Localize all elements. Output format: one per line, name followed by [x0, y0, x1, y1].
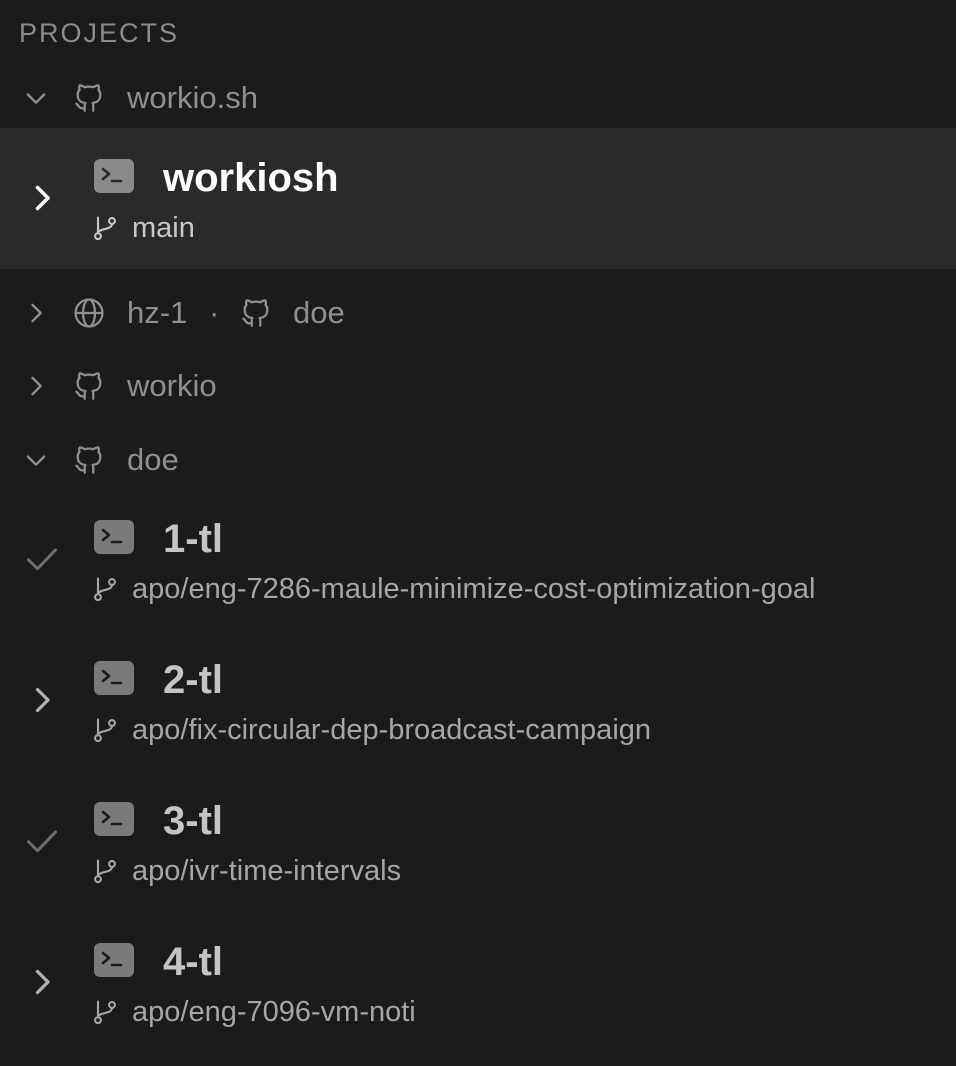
session-name: 2-tl [163, 658, 223, 702]
github-icon [242, 299, 269, 327]
session-branch: apo/eng-7286-maule-minimize-cost-optimiz… [132, 573, 816, 605]
git-branch-icon [94, 859, 116, 884]
chevron-right-icon[interactable] [24, 682, 60, 718]
chevron-down-icon[interactable] [22, 84, 50, 112]
terminal-icon [94, 520, 134, 554]
separator-dot: · [209, 295, 220, 330]
project-label: doe [127, 442, 179, 477]
chevron-right-icon[interactable] [24, 180, 60, 216]
session-branch: apo/ivr-time-intervals [132, 855, 402, 887]
chevron-right-icon[interactable] [22, 372, 50, 400]
session-row-1-tl[interactable]: 1-tl apo/eng-7286-maule-minimize-cost-op… [0, 489, 956, 630]
project-row-doe[interactable]: doe [0, 432, 956, 488]
check-icon [27, 548, 57, 571]
check-icon [27, 830, 57, 853]
session-name: 4-tl [163, 940, 223, 984]
git-branch-icon [94, 718, 116, 743]
session-name: 1-tl [163, 517, 223, 561]
chevron-down-icon[interactable] [22, 446, 50, 474]
session-name: workiosh [163, 156, 339, 200]
github-icon [75, 84, 102, 112]
session-branch: apo/eng-7096-vm-noti [132, 996, 416, 1028]
git-branch-icon [94, 1000, 116, 1025]
section-title: PROJECTS [19, 18, 180, 48]
session-row-3-tl[interactable]: 3-tl apo/ivr-time-intervals [0, 771, 956, 912]
git-branch-icon [94, 216, 116, 241]
session-branch: main [132, 212, 195, 244]
chevron-right-icon[interactable] [22, 299, 50, 327]
project-label: doe [293, 295, 345, 330]
session-name: 3-tl [163, 799, 223, 843]
project-row-workio[interactable]: workio [0, 358, 956, 414]
github-icon [75, 372, 102, 400]
projects-sidebar: PROJECTS workio.sh workiosh main hz-1 · … [0, 0, 956, 1066]
terminal-icon [94, 661, 134, 695]
session-row-2-tl[interactable]: 2-tl apo/fix-circular-dep-broadcast-camp… [0, 630, 956, 771]
session-row-4-tl[interactable]: 4-tl apo/eng-7096-vm-noti [0, 912, 956, 1053]
terminal-icon [94, 943, 134, 977]
project-row-workio-sh[interactable]: workio.sh [0, 70, 956, 126]
project-label: workio.sh [127, 80, 258, 115]
github-icon [75, 446, 102, 474]
chevron-right-icon[interactable] [24, 964, 60, 1000]
terminal-icon [94, 159, 134, 193]
project-label: workio [127, 368, 217, 403]
host-label: hz-1 [127, 295, 188, 330]
session-row-workiosh[interactable]: workiosh main [0, 128, 956, 269]
session-branch: apo/fix-circular-dep-broadcast-campaign [132, 714, 652, 746]
globe-icon [74, 298, 104, 328]
git-branch-icon [94, 577, 116, 602]
project-row-hz-1-doe[interactable]: hz-1 · doe [0, 285, 956, 341]
terminal-icon [94, 802, 134, 836]
